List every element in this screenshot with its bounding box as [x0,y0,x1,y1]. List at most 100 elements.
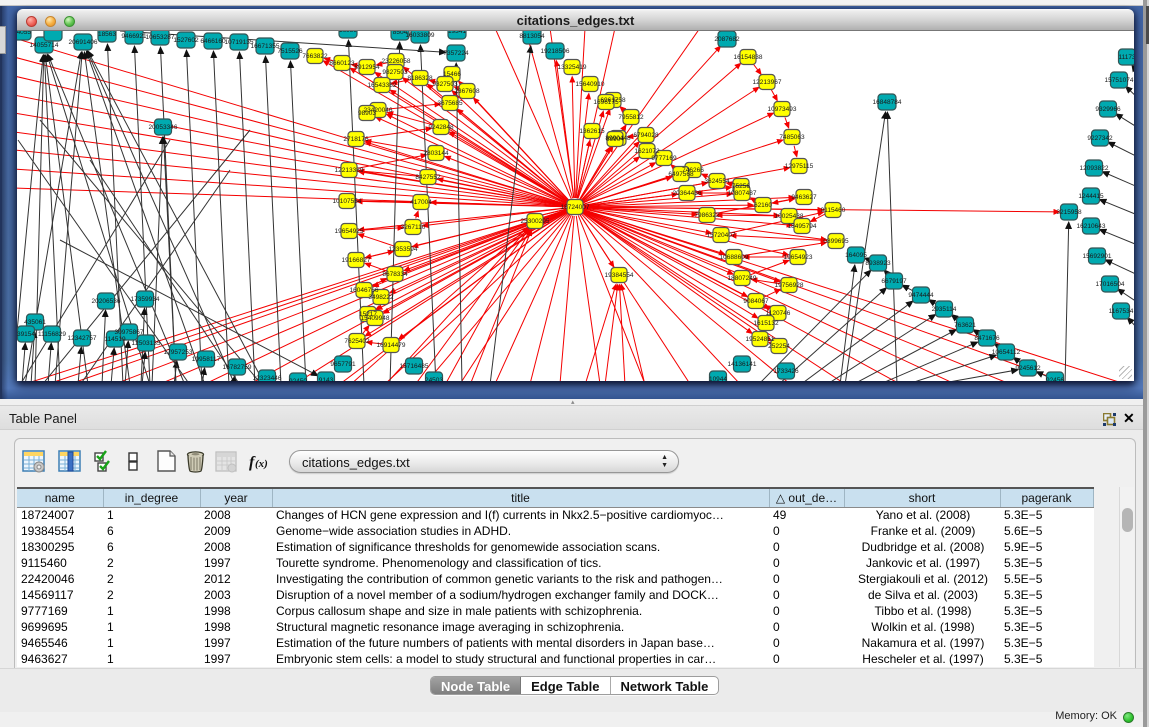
svg-text:15409948: 15409948 [361,315,390,322]
svg-text:18807249: 18807249 [728,275,757,282]
svg-text:6466160: 6466160 [200,38,226,45]
svg-text:2087682: 2087682 [714,36,740,43]
svg-text:6794028: 6794028 [633,132,659,139]
svg-text:98903: 98903 [358,110,376,117]
svg-text:7357224: 7357224 [443,50,469,57]
svg-text:15466: 15466 [443,71,461,78]
svg-text:435061: 435061 [24,319,46,326]
svg-text:10719135: 10719135 [225,39,254,46]
svg-text:8427552: 8427552 [415,174,441,181]
svg-text:20691406: 20691406 [69,39,98,46]
svg-text:1733426: 1733426 [773,368,799,375]
svg-text:2935114: 2935114 [932,306,957,313]
svg-text:16154838: 16154838 [734,54,763,61]
svg-text:252254: 252254 [768,343,790,350]
svg-text:19654923: 19654923 [784,254,813,261]
svg-text:89904: 89904 [606,136,624,143]
svg-text:3624554: 3624554 [704,178,730,185]
svg-text:19524851: 19524851 [746,336,775,343]
svg-text:14055: 14055 [17,31,31,36]
svg-text:8678334: 8678334 [382,271,408,278]
svg-text:9657791: 9657791 [330,361,356,368]
svg-text:1244415: 1244415 [1078,193,1104,200]
svg-text:6679197: 6679197 [881,278,907,285]
svg-text:9143: 9143 [319,377,334,381]
svg-text:20206536: 20206536 [92,298,121,305]
svg-text:8660123: 8660123 [329,60,355,67]
svg-text:1527602: 1527602 [173,37,199,44]
svg-text:3267110: 3267110 [401,224,426,231]
svg-text:16210643: 16210643 [1077,223,1106,230]
svg-text:16046766: 16046766 [350,287,379,294]
svg-text:19341: 19341 [448,31,466,35]
svg-text:15640910: 15640910 [576,81,605,88]
svg-text:9084067: 9084067 [743,298,769,305]
svg-text:10973493: 10973493 [768,106,797,113]
svg-text:114519: 114519 [104,336,126,343]
svg-text:10653287: 10653287 [146,34,175,41]
svg-text:2718176: 2718176 [343,136,369,143]
svg-text:17957253: 17957253 [164,349,193,356]
svg-text:16939: 16939 [339,31,357,34]
svg-text:9227342: 9227342 [1087,135,1113,142]
svg-text:16543382: 16543382 [368,82,397,89]
svg-text:20364436: 20364436 [673,190,702,197]
svg-text:3498222: 3498222 [368,294,394,301]
svg-text:3215958: 3215958 [1056,209,1082,216]
svg-text:9474444: 9474444 [908,292,934,299]
svg-text:9245612: 9245612 [1015,365,1041,372]
svg-text:16782759: 16782759 [223,364,252,371]
svg-text:17016504: 17016504 [1096,281,1125,288]
svg-text:92450: 92450 [289,378,307,381]
svg-text:92456: 92456 [1046,377,1064,381]
svg-text:7663822: 7663822 [302,53,328,60]
svg-text:8912954: 8912954 [354,64,380,71]
svg-text:1120746: 1120746 [766,310,791,317]
svg-text:39154: 39154 [17,331,35,338]
svg-text:14136141: 14136141 [728,361,757,368]
svg-text:15692901: 15692901 [1083,253,1112,260]
svg-text:1621072: 1621072 [634,148,660,155]
svg-text:1615132: 1615132 [753,320,779,327]
svg-text:62160: 62160 [754,202,772,209]
svg-text:(x): (x) [255,458,268,470]
svg-text:10654112: 10654112 [992,349,1021,356]
svg-text:18724007: 18724007 [561,204,590,211]
svg-text:15716485: 15716485 [400,363,429,370]
svg-text:16033809: 16033809 [406,32,435,39]
svg-text:7625402: 7625402 [344,338,370,345]
svg-text:0899695: 0899695 [823,238,849,245]
svg-text:12975115: 12975115 [785,163,814,170]
svg-text:7485063: 7485063 [779,134,805,141]
svg-text:11156829: 11156829 [38,331,66,338]
svg-text:25300295: 25300295 [521,218,550,225]
svg-text:1167534: 1167534 [1109,308,1134,315]
svg-text:16671355: 16671355 [251,43,280,50]
svg-text:8813054: 8813054 [519,33,545,40]
svg-text:3675685: 3675685 [437,100,463,107]
svg-text:9329966: 9329966 [1095,106,1121,113]
svg-text:9327503: 9327503 [432,81,458,88]
svg-text:14055714: 14055714 [30,42,59,49]
svg-text:18563: 18563 [98,31,116,38]
svg-text:9827503: 9827503 [382,69,408,76]
svg-text:417004: 417004 [410,199,432,206]
svg-text:10107554: 10107554 [333,198,362,205]
svg-text:12093822: 12093822 [1080,165,1109,172]
svg-text:19384554: 19384554 [605,272,634,279]
svg-text:16848784: 16848784 [873,99,902,106]
svg-text:75256: 75256 [732,183,750,190]
svg-text:1362615: 1362615 [579,128,605,135]
svg-text:7515526: 7515526 [277,48,303,55]
svg-text:12213967: 12213967 [753,79,782,86]
svg-text:9115460: 9115460 [821,207,846,214]
svg-text:13325419: 13325419 [558,64,587,71]
svg-text:164095: 164095 [845,252,867,259]
svg-text:23226058: 23226058 [382,58,411,65]
svg-text:9463627: 9463627 [791,194,817,201]
svg-text:12503135: 12503135 [132,340,161,347]
svg-text:10807487: 10807487 [728,190,757,197]
svg-text:8186328: 8186328 [407,75,433,82]
svg-text:7955812: 7955812 [618,114,644,121]
svg-text:9777169: 9777169 [651,155,677,162]
